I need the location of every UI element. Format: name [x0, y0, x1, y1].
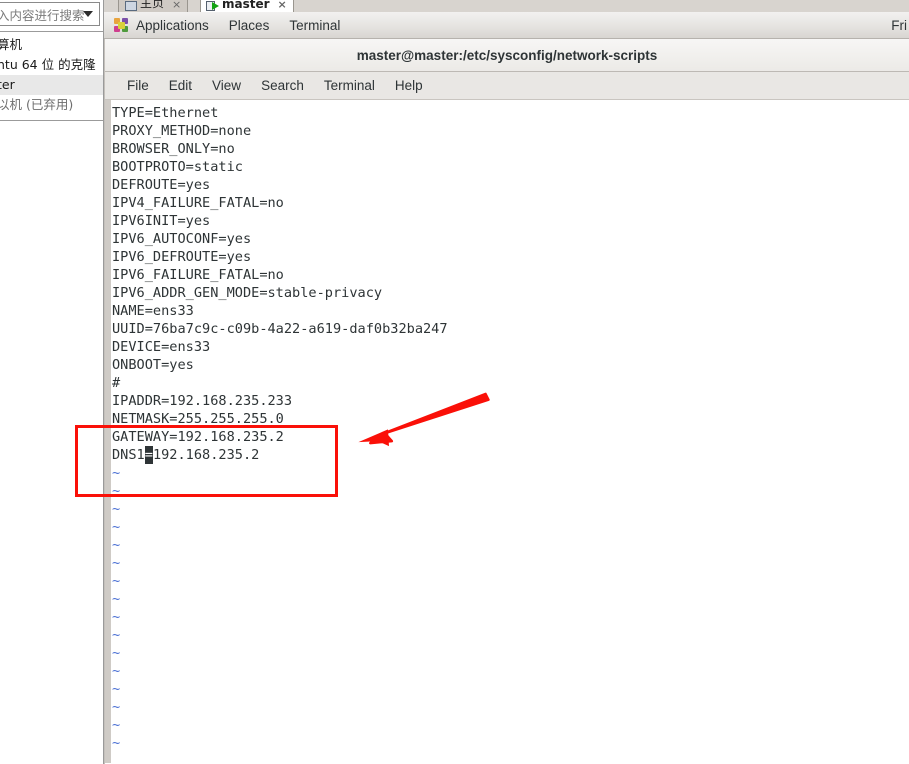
terminal-scrollbar[interactable] [105, 100, 111, 763]
vim-line: ONBOOT=yes [112, 357, 194, 373]
menu-file[interactable]: File [117, 72, 159, 100]
close-icon[interactable]: × [172, 0, 181, 11]
vim-empty-line-marker: ~ [112, 573, 121, 589]
vim-empty-line-marker: ~ [112, 591, 121, 607]
vim-line: IPV6_AUTOCONF=yes [112, 231, 252, 247]
library-item-master[interactable]: ter [0, 75, 103, 95]
vim-line: DEFROUTE=yes [112, 177, 211, 193]
terminal-title-text: master@master:/etc/sysconfig/network-scr… [356, 47, 658, 63]
vim-line: # [112, 375, 121, 391]
home-icon [124, 0, 137, 11]
vim-line: PROXY_METHOD=none [112, 123, 252, 139]
vim-empty-line-marker: ~ [112, 483, 121, 499]
terminal-window: master@master:/etc/sysconfig/network-scr… [104, 39, 909, 764]
panel-menu-places[interactable]: Places [219, 12, 280, 39]
terminal-title-bar[interactable]: master@master:/etc/sysconfig/network-scr… [105, 39, 909, 72]
panel-menu-applications[interactable]: Applications [104, 12, 219, 39]
panel-terminal-label: Terminal [289, 17, 341, 33]
vim-empty-line-marker: ~ [112, 699, 121, 715]
vim-line: IPV6INIT=yes [112, 213, 211, 229]
vmware-tab-master[interactable]: master × [200, 0, 294, 12]
vim-empty-line-marker: ~ [112, 663, 121, 679]
vim-empty-line-marker: ~ [112, 537, 121, 553]
menu-view[interactable]: View [202, 72, 251, 100]
panel-clock[interactable]: Fri [891, 12, 907, 39]
panel-clock-label: Fri [891, 18, 907, 33]
vim-line: NETMASK=255.255.255.0 [112, 411, 284, 427]
vmware-tab-home[interactable]: 主页 × [118, 0, 189, 12]
library-item-deprecated-vm[interactable]: 以机 (已弃用) [0, 95, 103, 115]
vim-line: BROWSER_ONLY=no [112, 141, 235, 157]
applications-grid-icon [114, 17, 129, 33]
vim-empty-line-marker: ~ [112, 735, 121, 751]
vim-empty-line-marker: ~ [112, 717, 121, 733]
vim-line: UUID=76ba7c9c-c09b-4a22-a619-daf0b32ba24… [112, 321, 448, 337]
library-search-placeholder: 入内容进行搜索 [0, 7, 85, 23]
library-item-ubuntu-clone[interactable]: ntu 64 位 的克隆 [0, 55, 103, 75]
vim-editor-buffer[interactable]: TYPE=Ethernet PROXY_METHOD=none BROWSER_ON… [112, 104, 448, 752]
vim-empty-line-marker: ~ [112, 501, 121, 517]
vim-line: BOOTPROTO=static [112, 159, 243, 175]
chevron-down-icon[interactable] [83, 11, 93, 17]
vm-power-icon [206, 0, 219, 11]
vim-line: IPV4_FAILURE_FATAL=no [112, 195, 284, 211]
panel-places-label: Places [228, 17, 270, 33]
close-icon[interactable]: × [278, 0, 287, 11]
vim-empty-line-marker: ~ [112, 627, 121, 643]
terminal-menu-bar: File Edit View Search Terminal Help [105, 72, 909, 100]
vim-line: IPV6_DEFROUTE=yes [112, 249, 252, 265]
vim-line: IPV6_ADDR_GEN_MODE=stable-privacy [112, 285, 383, 301]
vim-empty-line-marker: ~ [112, 555, 121, 571]
library-item-my-computer[interactable]: 算机 [0, 35, 103, 55]
vim-line: IPV6_FAILURE_FATAL=no [112, 267, 284, 283]
vmware-library-sidebar: 入内容进行搜索 算机 ntu 64 位 的克隆 ter 以机 (已弃用) [0, 0, 104, 764]
menu-help[interactable]: Help [385, 72, 433, 100]
vim-line: TYPE=Ethernet [112, 105, 219, 121]
menu-terminal[interactable]: Terminal [314, 72, 385, 100]
vim-empty-line-marker: ~ [112, 519, 121, 535]
vim-empty-line-marker: ~ [112, 465, 121, 481]
vim-line: NAME=ens33 [112, 303, 194, 319]
library-tree: 算机 ntu 64 位 的克隆 ter 以机 (已弃用) [0, 31, 103, 121]
vim-empty-line-marker: ~ [112, 681, 121, 697]
vim-line: GATEWAY=192.168.235.2 [112, 429, 284, 445]
panel-menu-terminal[interactable]: Terminal [279, 12, 350, 39]
vim-line: IPADDR=192.168.235.233 [112, 393, 293, 409]
terminal-scrollbar-thumb[interactable] [105, 100, 111, 763]
text-cursor: = [144, 446, 153, 464]
vim-empty-line-marker: ~ [112, 645, 121, 661]
vim-line: DEVICE=ens33 [112, 339, 211, 355]
vmware-tab-strip: 主页 × master × [104, 0, 909, 12]
library-search-box[interactable]: 入内容进行搜索 [0, 2, 100, 26]
vim-empty-line-marker: ~ [112, 609, 121, 625]
vmware-tab-home-label: 主页 [140, 0, 165, 10]
screenshot-root: 入内容进行搜索 算机 ntu 64 位 的克隆 ter 以机 (已弃用) 主页 … [0, 0, 909, 764]
menu-edit[interactable]: Edit [159, 72, 202, 100]
panel-applications-label: Applications [136, 17, 209, 33]
vmware-tab-master-label: master [222, 0, 270, 11]
gnome-top-panel: Applications Places Terminal Fri [104, 12, 909, 39]
vim-line-cursor: DNS1=192.168.235.2 [112, 446, 260, 464]
terminal-content-area[interactable]: TYPE=Ethernet PROXY_METHOD=none BROWSER_ON… [105, 100, 909, 763]
menu-search[interactable]: Search [251, 72, 314, 100]
